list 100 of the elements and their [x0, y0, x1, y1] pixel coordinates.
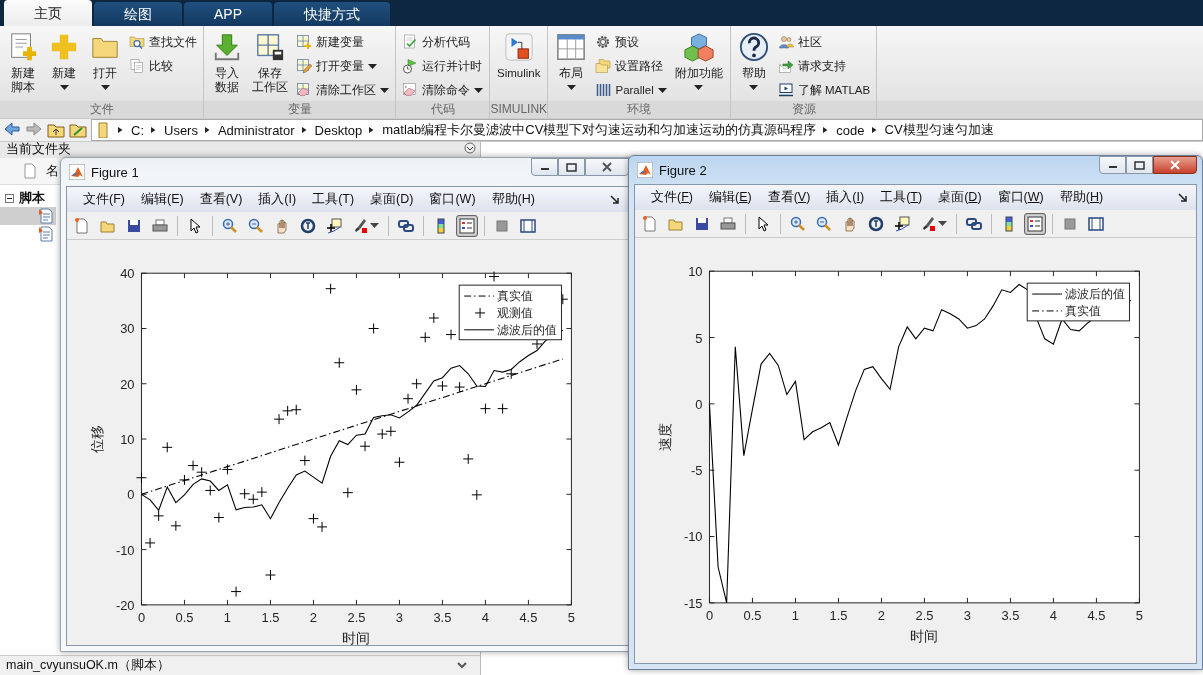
plus-marker: [213, 512, 225, 523]
menu-item[interactable]: 工具(T): [304, 191, 363, 208]
ribbon-button[interactable]: 清除工作区: [294, 79, 391, 101]
legend-button[interactable]: [456, 214, 478, 237]
menu-item[interactable]: 帮助(H): [483, 191, 543, 208]
path-segment[interactable]: Administrator: [217, 122, 295, 138]
tick-label: 4: [1049, 607, 1057, 623]
close-button[interactable]: [585, 158, 629, 176]
eraser-icon: [296, 82, 312, 98]
y-axis-label: 位移: [88, 425, 105, 454]
menu-item[interactable]: 文件(F): [75, 191, 133, 208]
zoom-out-icon: [816, 215, 832, 232]
ribbon-button[interactable]: 新建 脚本: [4, 31, 42, 101]
ribbon-button[interactable]: 打开: [86, 31, 124, 101]
ribbon-button[interactable]: 附加功能: [671, 31, 726, 101]
minimize-button[interactable]: [531, 158, 558, 176]
file-icon: [22, 163, 38, 179]
ribbon-button[interactable]: Parallel: [593, 79, 669, 101]
path-segment[interactable]: matlab编程卡尔曼滤波中CV模型下对匀速运动和匀加速运动的仿真源码程序: [382, 121, 817, 139]
tick-label: 1.5: [829, 607, 848, 623]
ribbon-tab[interactable]: 主页: [4, 0, 92, 26]
group-label: 代码: [430, 101, 455, 118]
maximize-icon: [566, 162, 577, 172]
plus-marker: [308, 513, 319, 525]
ribbon-button[interactable]: 了解 MATLAB: [775, 79, 873, 101]
menu-item[interactable]: 工具(T): [872, 189, 931, 206]
ribbon-button[interactable]: 清除命令: [400, 79, 485, 101]
menu-item[interactable]: 编辑(E): [132, 191, 192, 208]
column-header[interactable]: 名: [46, 162, 59, 180]
menu-item[interactable]: 桌面(D): [362, 191, 422, 208]
plus-marker: [342, 487, 354, 499]
ribbon-button[interactable]: 请求支持: [775, 55, 873, 77]
ribbon-button[interactable]: 社区: [775, 31, 873, 53]
link-icon: [966, 215, 982, 232]
legend-label: 观测值: [496, 305, 533, 320]
layout-grid-icon: [556, 32, 587, 62]
ribbon-button[interactable]: Simulink: [494, 31, 544, 101]
ribbon-button[interactable]: 布局: [552, 31, 591, 101]
bars-icon: [595, 82, 612, 98]
tick-label: 40: [120, 266, 135, 282]
ribbon-button[interactable]: 导入 数据: [208, 31, 246, 101]
tick-label: 0.5: [175, 609, 194, 625]
ribbon-button[interactable]: 保存 工作区: [249, 31, 291, 101]
eraser-icon: [402, 82, 418, 98]
menu-item[interactable]: 文件(F): [643, 189, 701, 206]
ribbon-button[interactable]: 新建: [45, 31, 83, 101]
menu-item[interactable]: 插入(I): [250, 191, 305, 208]
path-segment[interactable]: code: [836, 122, 865, 138]
menu-item[interactable]: 查看(V): [191, 191, 251, 208]
path-field[interactable]: C: Users Administrator Desktop matlab编程卡尔曼滤波中CV模型下对匀速运动和匀加速运动的仿真源码程序 code CV模型匀速匀加速: [91, 119, 1203, 141]
path-segment[interactable]: Desktop: [314, 122, 363, 138]
ribbon-button[interactable]: 打开变量: [294, 55, 391, 77]
maximize-button[interactable]: [558, 158, 585, 176]
ribbon-button[interactable]: 预设: [593, 31, 669, 53]
new-file-icon: [74, 217, 90, 234]
ribbon-button[interactable]: 设置路径: [593, 55, 669, 77]
cubes-icon: [683, 32, 714, 62]
ribbon-button[interactable]: 帮助: [734, 31, 773, 101]
new-file-icon: [642, 215, 658, 232]
tick-label: 4.5: [1087, 607, 1106, 623]
ribbon-button[interactable]: 比较: [127, 55, 199, 77]
tick-label: 0: [127, 487, 135, 503]
menu-item[interactable]: 插入(I): [818, 189, 873, 206]
plus-marker: [230, 586, 242, 598]
maximize-button[interactable]: [1126, 156, 1153, 174]
caret-icon: [938, 221, 947, 226]
plus-marker: [247, 493, 259, 505]
menu-item[interactable]: 查看(V): [759, 189, 819, 206]
minimize-button[interactable]: [1099, 156, 1126, 174]
plus-marker: [256, 486, 268, 498]
plus-marker: [153, 510, 165, 522]
path-segment[interactable]: CV模型匀速匀加速: [884, 121, 994, 139]
ribbon-tab[interactable]: 快捷方式: [274, 2, 390, 26]
close-icon: [601, 162, 613, 172]
tick-label: 0: [705, 607, 714, 623]
tick-label: -10: [683, 529, 703, 545]
close-button[interactable]: [1153, 156, 1197, 174]
tree-group[interactable]: 脚本: [0, 189, 49, 207]
plus-marker: [531, 338, 543, 350]
path-segment[interactable]: C:: [131, 122, 144, 138]
menu-item[interactable]: 窗口(W): [421, 191, 484, 208]
tick-label: 10: [120, 432, 135, 447]
legend-button[interactable]: [1024, 212, 1046, 235]
people-icon: [777, 34, 794, 50]
ribbon-button[interactable]: 分析代码: [400, 31, 485, 53]
tick-label: 1: [791, 607, 800, 623]
folders-icon: [595, 58, 612, 74]
menu-item[interactable]: 窗口(W): [989, 189, 1052, 206]
menu-item[interactable]: 编辑(E): [701, 189, 760, 206]
group-label: 脚本: [19, 189, 45, 207]
menu-item[interactable]: 帮助(H): [1051, 189, 1112, 206]
ribbon-button[interactable]: 运行并计时: [400, 55, 485, 77]
tick-label: -10: [115, 542, 135, 558]
ribbon-tab[interactable]: 绘图: [94, 2, 182, 26]
menu-item[interactable]: 桌面(D): [930, 189, 990, 206]
path-segment[interactable]: Users: [164, 122, 198, 138]
ribbon-button[interactable]: 查找文件: [127, 31, 199, 53]
ribbon-tab[interactable]: APP: [184, 2, 272, 26]
ribbon-button[interactable]: 新建变量: [294, 31, 391, 53]
zoom-in-icon: [790, 215, 806, 232]
